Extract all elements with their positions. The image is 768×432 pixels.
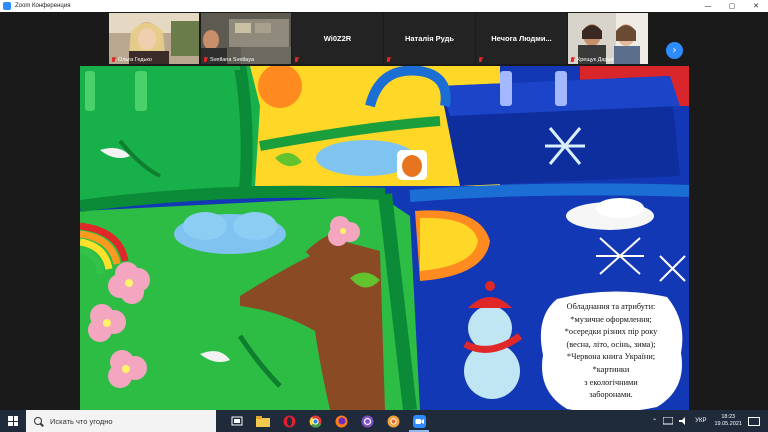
participant-tile[interactable]: Нечога Людми...: [476, 13, 567, 64]
note-line: *музичне оформлення;: [570, 314, 652, 324]
note-line: заборонами.: [589, 390, 633, 400]
next-page-button[interactable]: ›: [666, 42, 683, 59]
participant-label: Svetlana Svetlaya: [203, 57, 254, 63]
windows-logo-icon: [8, 416, 18, 426]
search-placeholder: Искать что угодно: [50, 416, 113, 426]
equipment-note-text: Обладнання та атрибути: *музичне оформле…: [541, 301, 681, 402]
volume-icon[interactable]: [679, 417, 689, 425]
firefox-icon[interactable]: [328, 410, 354, 432]
window-titlebar: Zoom Конференция — ▢ ✕: [0, 0, 768, 12]
minimize-icon[interactable]: —: [696, 0, 720, 12]
file-explorer-icon[interactable]: [250, 410, 276, 432]
taskbar-apps: [224, 410, 432, 432]
chrome-canary-icon[interactable]: [380, 410, 406, 432]
zoom-app-icon: [3, 2, 11, 10]
mic-muted-icon: [294, 57, 299, 63]
taskbar-search[interactable]: Искать что угодно: [26, 410, 216, 432]
participant-tile[interactable]: Наталія Рудь: [384, 13, 475, 64]
participant-tile[interactable]: Крещук Дарья: [568, 13, 648, 64]
language-indicator[interactable]: УКР: [695, 418, 706, 424]
window-controls: — ▢ ✕: [696, 0, 768, 12]
close-icon[interactable]: ✕: [744, 0, 768, 12]
mic-muted-icon: [478, 57, 483, 63]
note-line: Обладнання та атрибути:: [566, 302, 656, 311]
note-line: (весна, літо, осінь, зима);: [566, 339, 656, 349]
mic-muted-icon: [386, 57, 391, 63]
chrome-icon[interactable]: [302, 410, 328, 432]
note-line: *Червона книга України;: [566, 352, 656, 362]
note-line: *осередки різних пір року: [564, 327, 658, 337]
taskbar: Искать что угодно ⌃ УКР 18:23 19.05.2021: [0, 410, 768, 432]
equipment-note: Обладнання та атрибути: *музичне оформле…: [537, 291, 685, 413]
participant-label: Крещук Дарья: [570, 57, 613, 63]
participant-name: Наталія Рудь: [404, 34, 455, 43]
clock[interactable]: 18:23 19.05.2021: [714, 414, 742, 428]
notifications-icon[interactable]: [748, 416, 760, 426]
mic-muted-icon: [203, 57, 208, 63]
participant-name: Нечога Людми...: [491, 34, 552, 43]
opera-icon[interactable]: [276, 410, 302, 432]
participant-strip: Ольга Гедько Svetlana Svetlaya Wi0Z2R На…: [0, 12, 768, 66]
search-icon: [34, 417, 42, 425]
system-tray: ⌃ УКР 18:23 19.05.2021: [652, 410, 768, 432]
participant-label: [294, 57, 299, 63]
network-icon[interactable]: [663, 417, 674, 425]
mic-muted-icon: [111, 57, 116, 63]
participant-tile[interactable]: Wi0Z2R: [292, 13, 383, 64]
note-line: *картинки: [592, 364, 630, 374]
maximize-icon[interactable]: ▢: [720, 0, 744, 12]
start-button[interactable]: [0, 410, 26, 432]
participant-label: Ольга Гедько: [111, 57, 152, 63]
window-title: Zoom Конференция: [15, 3, 71, 9]
clock-date: 19.05.2021: [714, 421, 742, 427]
show-hidden-icons-icon[interactable]: ⌃: [652, 418, 657, 425]
viber-icon[interactable]: [354, 410, 380, 432]
note-line: з екологічними: [584, 377, 638, 387]
participant-tile[interactable]: Ольга Гедько: [109, 13, 199, 64]
clock-time: 18:23: [721, 414, 736, 420]
participant-label: [386, 57, 391, 63]
participant-label: [478, 57, 483, 63]
zoom-taskbar-icon[interactable]: [406, 410, 432, 432]
mic-muted-icon: [570, 57, 575, 63]
task-view-icon[interactable]: [224, 410, 250, 432]
participant-name: Wi0Z2R: [323, 34, 352, 43]
participant-tile[interactable]: Svetlana Svetlaya: [201, 13, 291, 64]
